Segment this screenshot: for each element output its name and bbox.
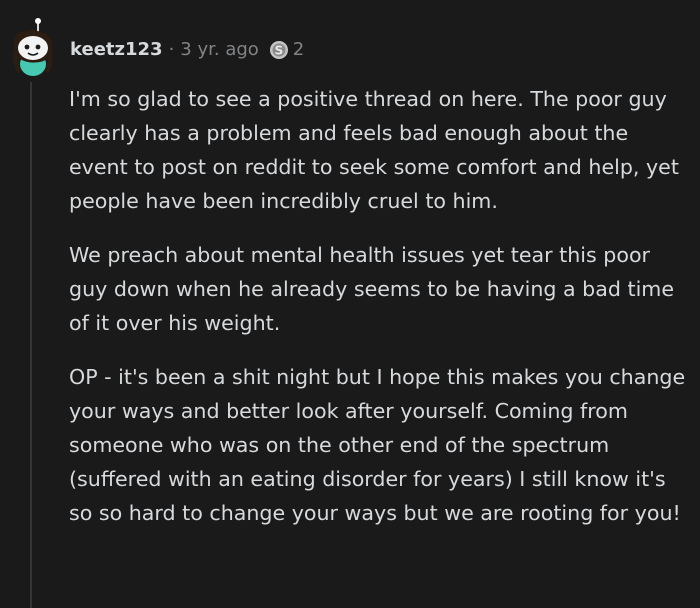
- comment-paragraph: We preach about mental health issues yet…: [69, 243, 675, 335]
- comment-paragraph: I'm so glad to see a positive thread on …: [69, 87, 679, 213]
- username-link[interactable]: keetz123: [70, 38, 163, 62]
- comment-paragraph: OP - it's been a shit night but I hope t…: [69, 365, 686, 525]
- silver-award-icon[interactable]: S: [269, 40, 289, 60]
- award-count: 2: [292, 39, 305, 60]
- comment-timestamp[interactable]: 3 yr. ago: [180, 38, 259, 62]
- svg-text:S: S: [274, 44, 283, 58]
- comment-header: keetz123 · 3 yr. ago S 2: [10, 10, 304, 82]
- snoo-avatar-icon[interactable]: [10, 16, 56, 76]
- meta-separator: ·: [168, 39, 175, 60]
- thread-line[interactable]: [30, 82, 32, 608]
- comment-meta: keetz123 · 3 yr. ago S 2: [70, 38, 304, 62]
- comment-body: I'm so glad to see a positive thread on …: [69, 82, 689, 550]
